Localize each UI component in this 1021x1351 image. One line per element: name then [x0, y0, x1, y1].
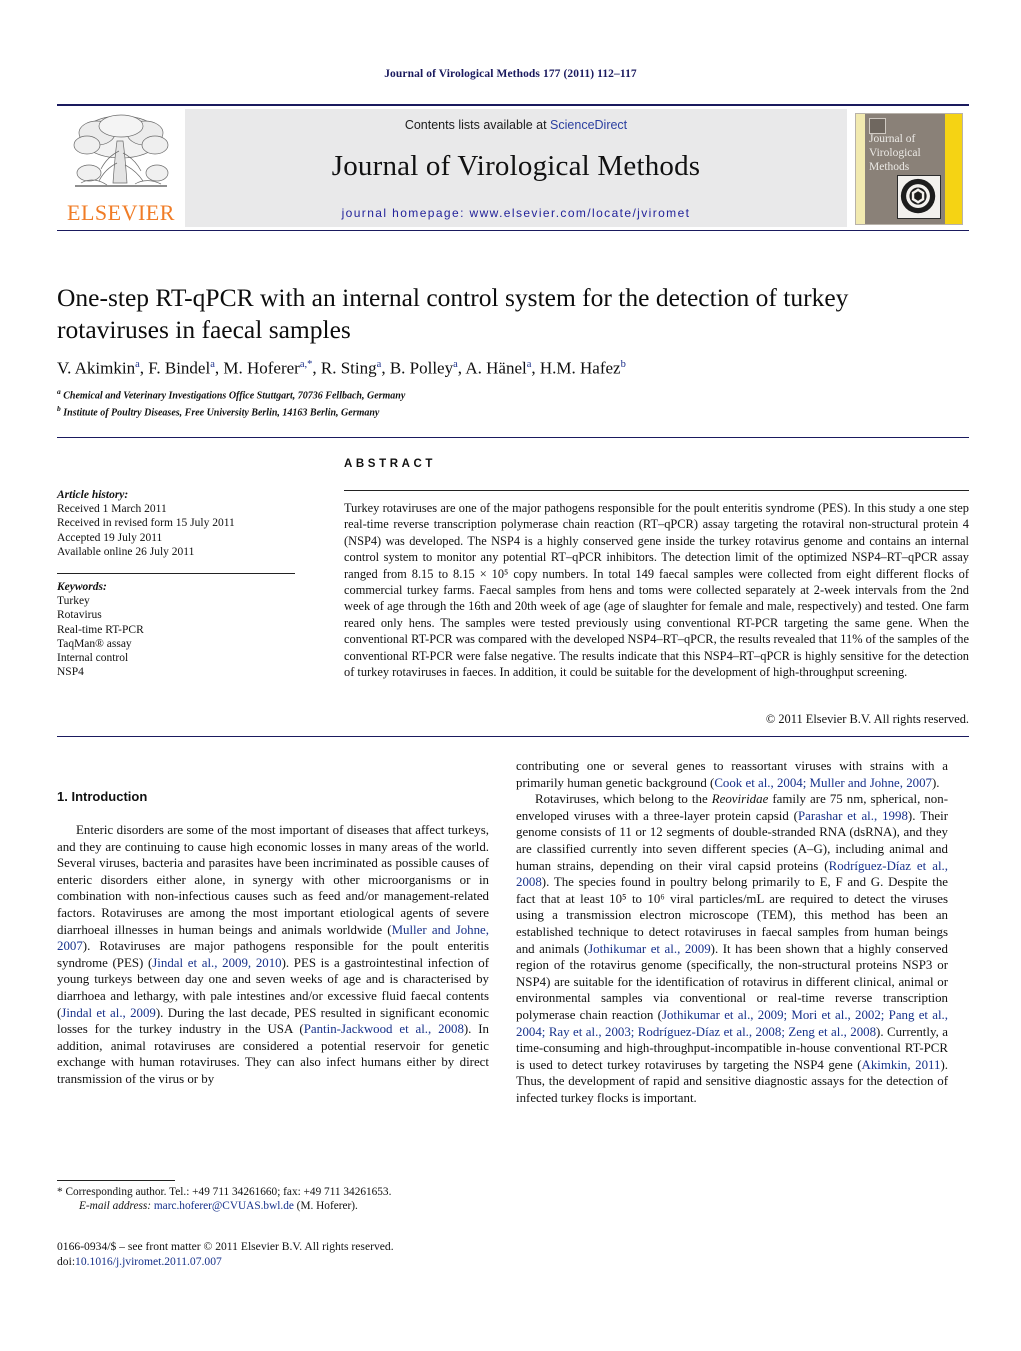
footnote-rule: [57, 1180, 175, 1181]
email-link[interactable]: marc.hoferer@CVUAS.bwl.de: [154, 1200, 294, 1212]
cover-left-stripe: [856, 114, 865, 224]
author-list: V. Akimkina, F. Bindela, M. Hoferera,*, …: [57, 358, 626, 378]
cover-title-text: Journal of Virological Methods: [869, 133, 921, 173]
corresponding-author-line: * Corresponding author. Tel.: +49 711 34…: [57, 1186, 392, 1198]
masthead-bottom-rule: [57, 230, 969, 231]
elsevier-tree-icon: [73, 114, 169, 187]
affiliation-b: b Institute of Poultry Diseases, Free Un…: [57, 403, 380, 419]
keyword-item: Real-time RT-PCR: [57, 623, 144, 636]
contents-list-line: Contents lists available at ScienceDirec…: [185, 118, 847, 132]
history-item: Received 1 March 2011: [57, 503, 167, 516]
doi-line: doi:10.1016/j.jviromet.2011.07.007: [57, 1255, 489, 1270]
history-item: Accepted 19 July 2011: [57, 531, 163, 544]
keyword-item: Turkey: [57, 595, 90, 608]
affiliation-a-text: Chemical and Veterinary Investigations O…: [63, 390, 406, 402]
abstract-text: Turkey rotaviruses are one of the major …: [344, 501, 969, 680]
abstract-bottom-rule: [57, 736, 969, 737]
affiliation-a: a Chemical and Veterinary Investigations…: [57, 387, 406, 402]
email-line: E-mail address: marc.hoferer@CVUAS.bwl.d…: [57, 1199, 489, 1213]
contents-prefix: Contents lists available at: [404, 118, 551, 132]
abstract-copyright: © 2011 Elsevier B.V. All rights reserved…: [765, 712, 969, 726]
doi-label: doi:: [57, 1254, 76, 1268]
keyword-item: Internal control: [57, 652, 129, 665]
page-footer: 0166-0934/$ – see front matter © 2011 El…: [57, 1240, 489, 1269]
journal-cover-image: Journal of Virological Methods: [855, 113, 963, 225]
article-title: One-step RT-qPCR with an internal contro…: [57, 283, 849, 344]
abstract-heading-rule: [344, 490, 969, 491]
email-suffix: (M. Hoferer).: [293, 1200, 358, 1213]
keyword-item: Rotavirus: [57, 609, 102, 622]
journal-masthead: ELSEVIER Contents lists available at Sci…: [57, 104, 969, 230]
doi-link[interactable]: 10.1016/j.jviromet.2011.07.007: [75, 1255, 222, 1268]
abstract-heading: ABSTRACT: [344, 458, 437, 470]
info-divider: [57, 573, 295, 575]
sciencedirect-link[interactable]: ScienceDirect: [550, 118, 627, 132]
affiliation-b-text: Institute of Poultry Diseases, Free Univ…: [63, 407, 380, 419]
keywords-label: Keywords:: [57, 581, 107, 594]
corresponding-author-footnote: * Corresponding author. Tel.: +49 711 34…: [57, 1185, 489, 1214]
keyword-item: TaqMan® assay: [57, 637, 132, 650]
body-column-right: contributing one or several genes to rea…: [516, 758, 948, 1238]
affiliations: a Chemical and Veterinary Investigations…: [57, 386, 947, 420]
article-page: Journal of Virological Methods 177 (2011…: [0, 0, 1021, 1351]
journal-title: Journal of Virological Methods: [331, 150, 701, 182]
paragraph: contributing one or several genes to rea…: [516, 759, 948, 790]
cover-right-stripe: [945, 114, 962, 224]
section-heading-introduction: 1. Introduction: [57, 789, 148, 804]
paragraph: Enteric disorders are some of the most i…: [57, 823, 490, 1086]
article-info-column: Article history: Received 1 March 2011 R…: [57, 488, 307, 679]
keyword-item: NSP4: [57, 666, 84, 679]
email-label: E-mail address:: [79, 1200, 152, 1213]
virion-icon: [897, 175, 941, 219]
elsevier-wordmark: ELSEVIER: [67, 200, 175, 225]
journal-homepage-link[interactable]: journal homepage: www.elsevier.com/locat…: [185, 206, 847, 220]
masthead-center: Contents lists available at ScienceDirec…: [185, 109, 847, 227]
history-item: Received in revised form 15 July 2011: [57, 517, 235, 530]
elsevier-logo-block: ELSEVIER: [57, 109, 185, 227]
issn-copyright-line: 0166-0934/$ – see front matter © 2011 El…: [57, 1240, 394, 1253]
running-head: Journal of Virological Methods 177 (2011…: [384, 68, 637, 80]
article-history-label: Article history:: [57, 489, 129, 501]
history-item: Available online 26 July 2011: [57, 545, 195, 558]
paragraph: Rotaviruses, which belong to the Reoviri…: [516, 792, 949, 1105]
journal-cover-block: Journal of Virological Methods: [847, 109, 969, 227]
body-column-left: Enteric disorders are some of the most i…: [57, 822, 489, 1132]
abstract-top-rule: [57, 437, 969, 438]
